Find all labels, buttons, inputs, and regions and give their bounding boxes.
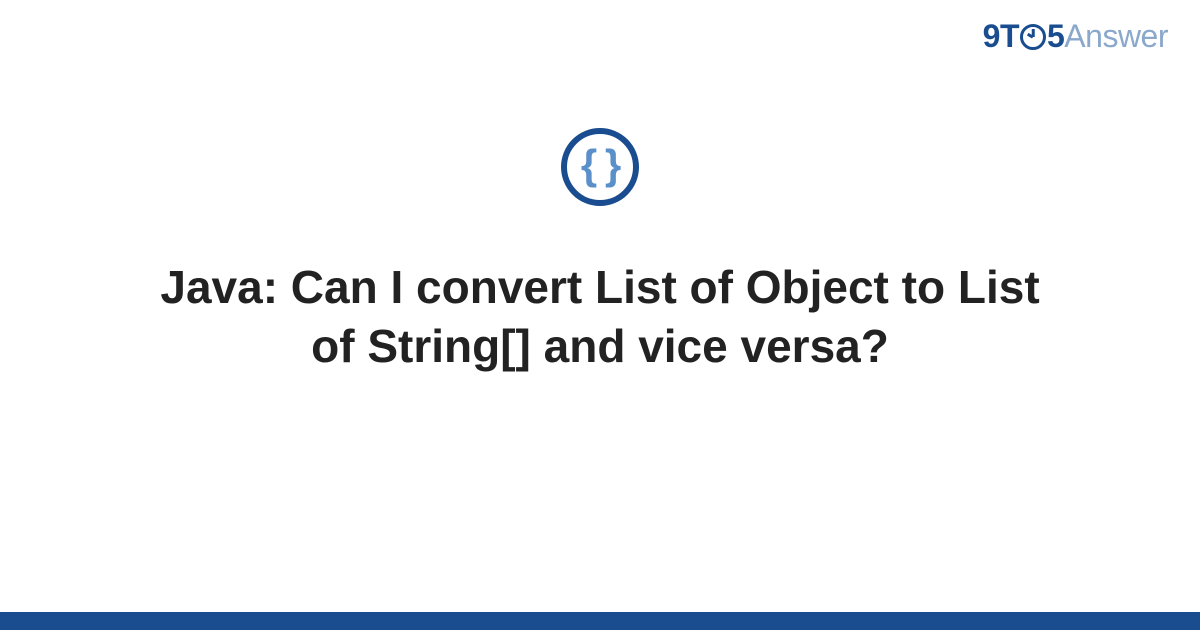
brand-text-answer: Answer	[1064, 18, 1168, 54]
content-area: { } Java: Can I convert List of Object t…	[0, 128, 1200, 376]
question-title: Java: Can I convert List of Object to Li…	[100, 258, 1100, 376]
footer-bar	[0, 612, 1200, 630]
clock-icon	[1020, 24, 1046, 50]
brand-text-5: 5	[1047, 18, 1064, 54]
brand-text-9t: 9T	[983, 18, 1019, 54]
code-braces-icon: { }	[581, 144, 619, 186]
brand-logo: 9T 5Answer	[983, 18, 1168, 55]
topic-badge: { }	[561, 128, 639, 206]
